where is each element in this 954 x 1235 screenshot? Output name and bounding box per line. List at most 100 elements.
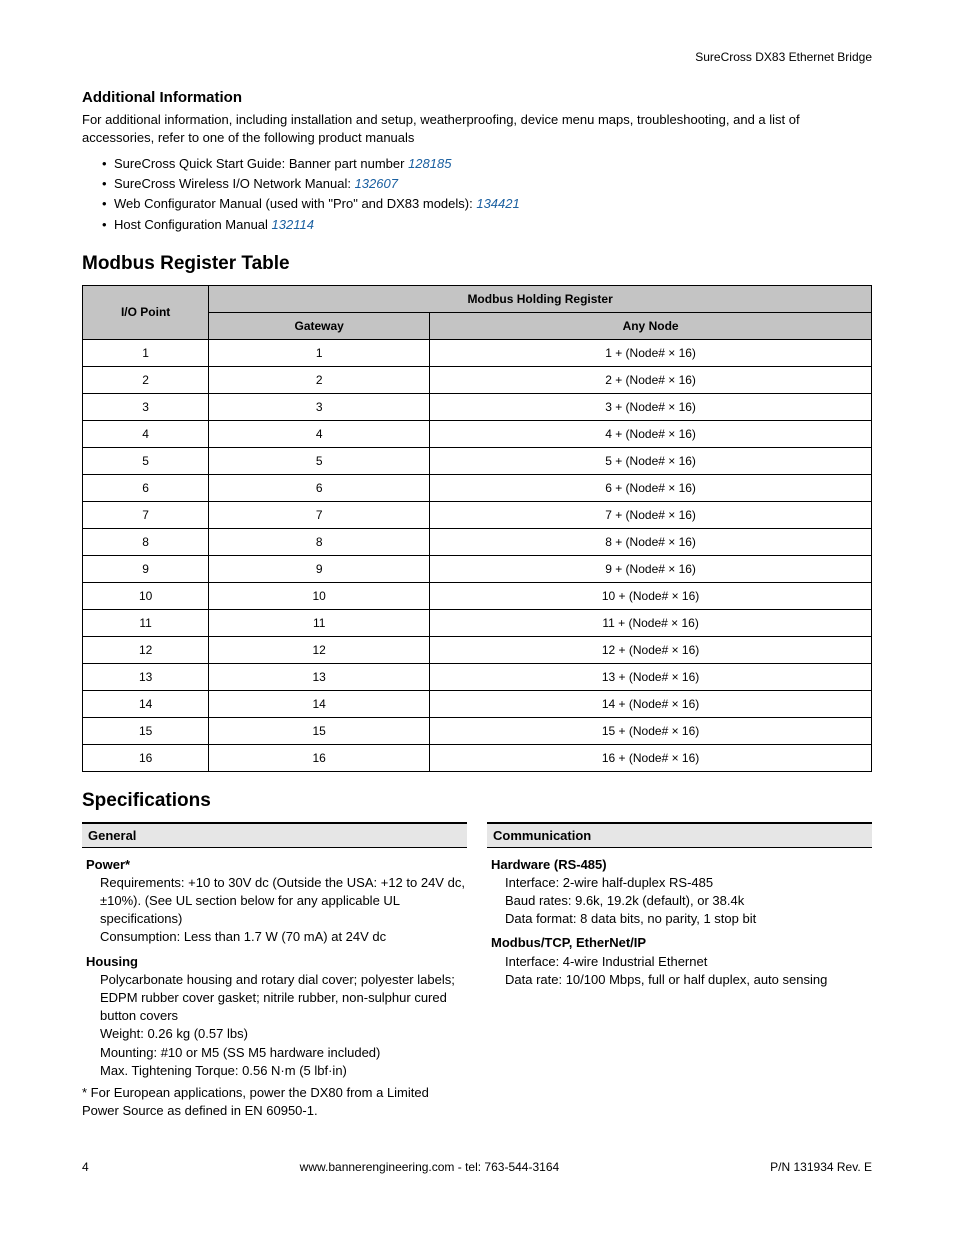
spec-general-head: General bbox=[82, 822, 467, 848]
table-cell: 2 bbox=[209, 366, 430, 393]
table-cell: 15 + (Node# × 16) bbox=[430, 717, 872, 744]
table-cell: 12 bbox=[83, 636, 209, 663]
table-cell: 4 + (Node# × 16) bbox=[430, 420, 872, 447]
hw-title: Hardware (RS-485) bbox=[491, 856, 870, 874]
footer-center: www.bannerengineering.com - tel: 763-544… bbox=[300, 1160, 560, 1174]
table-cell: 7 + (Node# × 16) bbox=[430, 501, 872, 528]
spec-comm-head: Communication bbox=[487, 822, 872, 848]
table-row: 888 + (Node# × 16) bbox=[83, 528, 872, 555]
table-row: 999 + (Node# × 16) bbox=[83, 555, 872, 582]
list-item-text: SureCross Quick Start Guide: Banner part… bbox=[114, 156, 408, 171]
power-footnote: * For European applications, power the D… bbox=[82, 1084, 467, 1120]
table-cell: 5 bbox=[209, 447, 430, 474]
spec-general-column: General Power* Requirements: +10 to 30V … bbox=[82, 822, 467, 1121]
additional-info-heading: Additional Information bbox=[82, 89, 872, 106]
footer-right: P/N 131934 Rev. E bbox=[770, 1160, 872, 1174]
table-cell: 1 bbox=[83, 339, 209, 366]
housing-material: Polycarbonate housing and rotary dial co… bbox=[100, 971, 465, 1026]
hw-format: Data format: 8 data bits, no parity, 1 s… bbox=[505, 910, 870, 928]
table-cell: 16 bbox=[83, 744, 209, 771]
table-cell: 6 bbox=[83, 474, 209, 501]
table-cell: 15 bbox=[83, 717, 209, 744]
list-item: SureCross Wireless I/O Network Manual: 1… bbox=[102, 174, 872, 194]
table-cell: 12 + (Node# × 16) bbox=[430, 636, 872, 663]
modbus-table: I/O Point Modbus Holding Register Gatewa… bbox=[82, 285, 872, 772]
table-cell: 10 + (Node# × 16) bbox=[430, 582, 872, 609]
table-cell: 4 bbox=[83, 420, 209, 447]
power-consumption: Consumption: Less than 1.7 W (70 mA) at … bbox=[100, 928, 465, 946]
table-cell: 7 bbox=[209, 501, 430, 528]
manuals-list: SureCross Quick Start Guide: Banner part… bbox=[82, 154, 872, 235]
th-holding-register: Modbus Holding Register bbox=[209, 285, 872, 312]
table-cell: 5 bbox=[83, 447, 209, 474]
table-cell: 11 + (Node# × 16) bbox=[430, 609, 872, 636]
hw-baud: Baud rates: 9.6k, 19.2k (default), or 38… bbox=[505, 892, 870, 910]
table-cell: 14 + (Node# × 16) bbox=[430, 690, 872, 717]
power-requirements: Requirements: +10 to 30V dc (Outside the… bbox=[100, 874, 465, 929]
page-footer: 4 www.bannerengineering.com - tel: 763-5… bbox=[82, 1160, 872, 1174]
table-cell: 3 + (Node# × 16) bbox=[430, 393, 872, 420]
list-item: SureCross Quick Start Guide: Banner part… bbox=[102, 154, 872, 174]
table-row: 333 + (Node# × 16) bbox=[83, 393, 872, 420]
table-cell: 11 bbox=[83, 609, 209, 636]
table-cell: 1 bbox=[209, 339, 430, 366]
th-gateway: Gateway bbox=[209, 312, 430, 339]
power-title: Power* bbox=[86, 856, 465, 874]
table-row: 161616 + (Node# × 16) bbox=[83, 744, 872, 771]
doc-link[interactable]: 128185 bbox=[408, 156, 451, 171]
table-cell: 3 bbox=[209, 393, 430, 420]
housing-title: Housing bbox=[86, 953, 465, 971]
table-row: 666 + (Node# × 16) bbox=[83, 474, 872, 501]
table-cell: 14 bbox=[209, 690, 430, 717]
table-cell: 15 bbox=[209, 717, 430, 744]
table-cell: 9 bbox=[209, 555, 430, 582]
table-row: 121212 + (Node# × 16) bbox=[83, 636, 872, 663]
table-row: 141414 + (Node# × 16) bbox=[83, 690, 872, 717]
modbus-tcp-interface: Interface: 4-wire Industrial Ethernet bbox=[505, 953, 870, 971]
modbus-tcp-title: Modbus/TCP, EtherNet/IP bbox=[491, 934, 870, 952]
table-cell: 6 + (Node# × 16) bbox=[430, 474, 872, 501]
table-row: 222 + (Node# × 16) bbox=[83, 366, 872, 393]
list-item: Web Configurator Manual (used with "Pro"… bbox=[102, 194, 872, 214]
list-item-text: Host Configuration Manual bbox=[114, 217, 272, 232]
table-cell: 8 bbox=[83, 528, 209, 555]
table-row: 555 + (Node# × 16) bbox=[83, 447, 872, 474]
housing-torque: Max. Tightening Torque: 0.56 N·m (5 lbf·… bbox=[100, 1062, 465, 1080]
table-row: 111 + (Node# × 16) bbox=[83, 339, 872, 366]
table-cell: 8 + (Node# × 16) bbox=[430, 528, 872, 555]
doc-link[interactable]: 132607 bbox=[355, 176, 398, 191]
housing-mount: Mounting: #10 or M5 (SS M5 hardware incl… bbox=[100, 1044, 465, 1062]
table-row: 101010 + (Node# × 16) bbox=[83, 582, 872, 609]
table-row: 131313 + (Node# × 16) bbox=[83, 663, 872, 690]
th-io-point: I/O Point bbox=[83, 285, 209, 339]
table-cell: 2 bbox=[83, 366, 209, 393]
table-cell: 13 bbox=[209, 663, 430, 690]
table-cell: 10 bbox=[209, 582, 430, 609]
table-row: 777 + (Node# × 16) bbox=[83, 501, 872, 528]
doc-link[interactable]: 134421 bbox=[476, 196, 519, 211]
list-item-text: SureCross Wireless I/O Network Manual: bbox=[114, 176, 355, 191]
table-cell: 11 bbox=[209, 609, 430, 636]
list-item: Host Configuration Manual 132114 bbox=[102, 215, 872, 235]
table-cell: 10 bbox=[83, 582, 209, 609]
table-cell: 6 bbox=[209, 474, 430, 501]
table-cell: 4 bbox=[209, 420, 430, 447]
table-cell: 16 + (Node# × 16) bbox=[430, 744, 872, 771]
footer-page-number: 4 bbox=[82, 1160, 89, 1174]
table-row: 151515 + (Node# × 16) bbox=[83, 717, 872, 744]
table-cell: 12 bbox=[209, 636, 430, 663]
table-row: 111111 + (Node# × 16) bbox=[83, 609, 872, 636]
doc-link[interactable]: 132114 bbox=[272, 217, 314, 232]
table-row: 444 + (Node# × 16) bbox=[83, 420, 872, 447]
table-cell: 13 + (Node# × 16) bbox=[430, 663, 872, 690]
housing-weight: Weight: 0.26 kg (0.57 lbs) bbox=[100, 1025, 465, 1043]
modbus-tcp-rate: Data rate: 10/100 Mbps, full or half dup… bbox=[505, 971, 870, 989]
additional-info-paragraph: For additional information, including in… bbox=[82, 111, 872, 146]
table-cell: 5 + (Node# × 16) bbox=[430, 447, 872, 474]
table-cell: 9 bbox=[83, 555, 209, 582]
table-cell: 2 + (Node# × 16) bbox=[430, 366, 872, 393]
hw-interface: Interface: 2-wire half-duplex RS-485 bbox=[505, 874, 870, 892]
th-any-node: Any Node bbox=[430, 312, 872, 339]
table-cell: 8 bbox=[209, 528, 430, 555]
table-cell: 9 + (Node# × 16) bbox=[430, 555, 872, 582]
